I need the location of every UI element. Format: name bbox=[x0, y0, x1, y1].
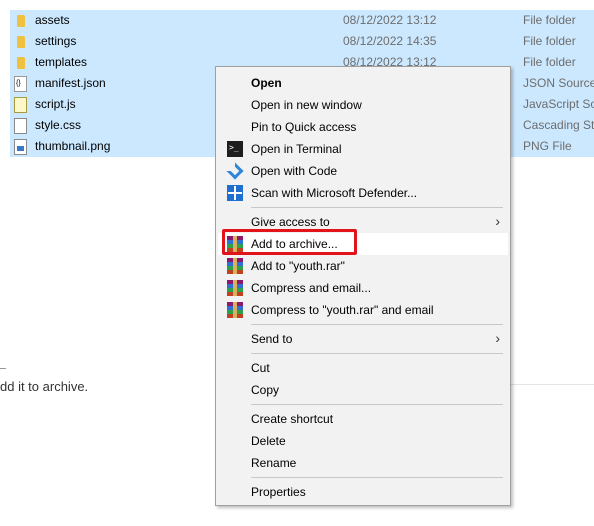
menu-item-cut[interactable]: Cut bbox=[218, 357, 508, 379]
file-type: File folder bbox=[523, 34, 576, 48]
file-type: JavaScript Sou bbox=[523, 97, 594, 111]
vscode-icon bbox=[227, 163, 243, 179]
css-file-icon bbox=[14, 118, 27, 134]
file-type: File folder bbox=[523, 55, 576, 69]
menu-separator bbox=[251, 207, 503, 208]
menu-item-open[interactable]: Open bbox=[218, 72, 508, 94]
menu-separator bbox=[251, 324, 503, 325]
file-name: manifest.json bbox=[35, 76, 106, 90]
menu-item-open-with-code[interactable]: Open with Code bbox=[218, 160, 508, 182]
file-type: Cascading Sty bbox=[523, 118, 594, 132]
menu-item-open-terminal[interactable]: Open in Terminal bbox=[218, 138, 508, 160]
background-rule bbox=[506, 384, 594, 385]
menu-label: Compress to "youth.rar" and email bbox=[251, 303, 434, 317]
menu-label: Compress and email... bbox=[251, 281, 372, 295]
file-type: PNG File bbox=[523, 139, 572, 153]
winrar-icon bbox=[227, 280, 243, 296]
winrar-icon bbox=[227, 258, 243, 274]
background-text: dd it to archive. bbox=[0, 379, 89, 394]
file-row-assets[interactable]: assets 08/12/2022 13:12 File folder bbox=[10, 10, 594, 31]
menu-label: Properties bbox=[251, 485, 306, 499]
menu-label: Copy bbox=[251, 383, 280, 397]
menu-item-open-new-window[interactable]: Open in new window bbox=[218, 94, 508, 116]
terminal-icon bbox=[227, 141, 243, 157]
file-name: thumbnail.png bbox=[35, 139, 111, 153]
file-name: settings bbox=[35, 34, 77, 48]
menu-label: Delete bbox=[251, 434, 286, 448]
menu-item-copy[interactable]: Copy bbox=[218, 379, 508, 401]
menu-item-add-to-rar[interactable]: Add to "youth.rar" bbox=[218, 255, 508, 277]
winrar-icon bbox=[227, 302, 243, 318]
png-file-icon bbox=[14, 139, 27, 155]
menu-label: Cut bbox=[251, 361, 270, 375]
menu-label: Open in new window bbox=[251, 98, 362, 112]
menu-label: Send to bbox=[251, 332, 293, 346]
file-date: 08/12/2022 13:12 bbox=[343, 13, 437, 27]
folder-icon bbox=[14, 55, 30, 71]
menu-label: Open bbox=[251, 76, 282, 90]
menu-item-compress-email[interactable]: Compress and email... bbox=[218, 277, 508, 299]
file-type: File folder bbox=[523, 13, 576, 27]
context-menu: Open Open in new window Pin to Quick acc… bbox=[215, 66, 511, 506]
menu-item-delete[interactable]: Delete bbox=[218, 430, 508, 452]
menu-item-scan-defender[interactable]: Scan with Microsoft Defender... bbox=[218, 182, 508, 204]
folder-icon bbox=[14, 13, 30, 29]
chevron-right-icon: › bbox=[495, 213, 500, 229]
defender-icon bbox=[227, 185, 243, 201]
menu-label: Give access to bbox=[251, 215, 330, 229]
menu-label: Rename bbox=[251, 456, 297, 470]
file-name: script.js bbox=[35, 97, 76, 111]
menu-item-create-shortcut[interactable]: Create shortcut bbox=[218, 408, 508, 430]
menu-label: Scan with Microsoft Defender... bbox=[251, 186, 418, 200]
file-name: style.css bbox=[35, 118, 82, 132]
file-type: JSON Source bbox=[523, 76, 594, 90]
menu-item-properties[interactable]: Properties bbox=[218, 481, 508, 503]
menu-label: Pin to Quick access bbox=[251, 120, 357, 134]
menu-item-compress-rar-email[interactable]: Compress to "youth.rar" and email bbox=[218, 299, 508, 321]
menu-label: Open in Terminal bbox=[251, 142, 342, 156]
menu-separator bbox=[251, 477, 503, 478]
menu-item-send-to[interactable]: Send to › bbox=[218, 328, 508, 350]
menu-label: Add to "youth.rar" bbox=[251, 259, 345, 273]
menu-label: Create shortcut bbox=[251, 412, 334, 426]
menu-item-pin-quick-access[interactable]: Pin to Quick access bbox=[218, 116, 508, 138]
file-name: assets bbox=[35, 13, 70, 27]
background-divider bbox=[0, 368, 6, 369]
json-file-icon: {} bbox=[14, 76, 27, 92]
file-row-settings[interactable]: settings 08/12/2022 14:35 File folder bbox=[10, 31, 594, 52]
annotation-highlight-box bbox=[222, 229, 357, 255]
file-name: templates bbox=[35, 55, 88, 69]
menu-separator bbox=[251, 353, 503, 354]
js-file-icon bbox=[14, 97, 27, 113]
menu-item-rename[interactable]: Rename bbox=[218, 452, 508, 474]
chevron-right-icon: › bbox=[495, 330, 500, 346]
menu-separator bbox=[251, 404, 503, 405]
folder-icon bbox=[14, 34, 30, 50]
menu-label: Open with Code bbox=[251, 164, 338, 178]
file-date: 08/12/2022 14:35 bbox=[343, 34, 437, 48]
